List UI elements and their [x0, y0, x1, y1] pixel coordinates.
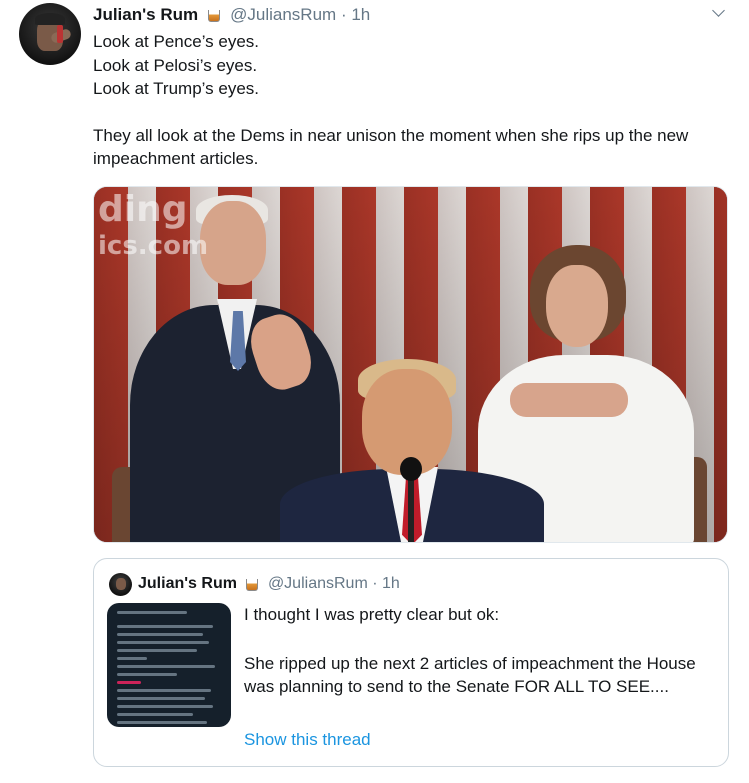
tumbler-glass-icon [245, 576, 259, 592]
tweet-line: Look at Trump’s eyes. [93, 79, 259, 98]
separator: · [340, 5, 347, 24]
tweet-header: Julian's Rum @JuliansRum · 1h [93, 5, 370, 25]
handle-text[interactable]: @JuliansRum [230, 5, 336, 24]
quoted-line: I thought I was pretty clear but ok: [244, 605, 500, 624]
quoted-time: 1h [382, 575, 400, 592]
tweet-time[interactable]: 1h [351, 5, 370, 24]
quoted-author-name: Julian's Rum [138, 575, 237, 592]
tweet[interactable]: Julian's Rum @JuliansRum · 1h Look at Pe… [0, 0, 749, 783]
separator: · [372, 575, 378, 592]
quoted-paragraph: She ripped up the next 2 articles of imp… [244, 653, 696, 697]
tweet-text: Look at Pence’s eyes. Look at Pelosi’s e… [93, 30, 723, 171]
quoted-text: I thought I was pretty clear but ok: She… [244, 603, 714, 699]
tweet-line: Look at Pence’s eyes. [93, 32, 260, 51]
tweet-paragraph: They all look at the Dems in near unison… [93, 125, 689, 169]
tumbler-glass-icon [207, 7, 221, 23]
author-avatar[interactable] [19, 3, 81, 65]
quoted-handle: @JuliansRum · 1h [268, 575, 400, 593]
quoted-handle-text: @JuliansRum [267, 575, 368, 592]
quoted-tweet[interactable]: Julian's Rum @JuliansRum · 1h I thought … [93, 558, 729, 767]
quoted-thumbnail-image [107, 603, 231, 727]
author-name[interactable]: Julian's Rum [93, 5, 198, 25]
chevron-down-icon[interactable] [711, 6, 727, 18]
tweet-media-image[interactable]: ding ics.com [93, 186, 728, 543]
tweet-line: Look at Pelosi’s eyes. [93, 55, 258, 75]
show-thread-link[interactable]: Show this thread [244, 730, 371, 750]
quoted-author-avatar [109, 573, 132, 596]
author-handle[interactable]: @JuliansRum · 1h [230, 5, 370, 25]
quoted-header: Julian's Rum @JuliansRum · 1h [138, 574, 400, 594]
watermark: ding [98, 189, 188, 230]
watermark: ics.com [98, 231, 209, 261]
